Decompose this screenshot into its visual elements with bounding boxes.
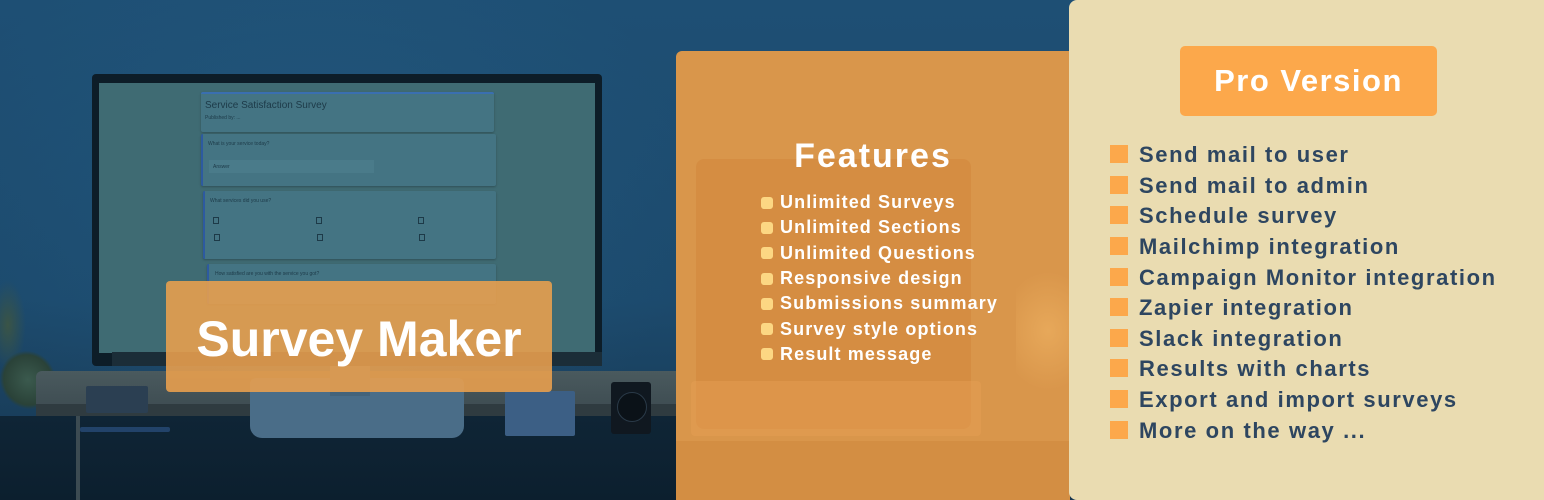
pro-feature-label: Campaign Monitor integration bbox=[1139, 264, 1497, 290]
pro-feature-item: Mailchimp integration bbox=[1110, 232, 1497, 263]
features-panel: Features Unlimited Surveys Unlimited Sec… bbox=[676, 51, 1070, 500]
pro-feature-label: Slack integration bbox=[1139, 325, 1344, 351]
bullet-icon bbox=[761, 247, 773, 260]
form-title-card bbox=[201, 92, 494, 132]
book bbox=[86, 386, 148, 413]
pro-feature-label: Zapier integration bbox=[1139, 295, 1354, 321]
pro-feature-item: Zapier integration bbox=[1110, 293, 1497, 324]
feature-label: Result message bbox=[780, 343, 933, 364]
bullet-icon bbox=[761, 323, 773, 336]
square-bullet-icon bbox=[1110, 298, 1128, 317]
feature-item: Responsive design bbox=[761, 266, 998, 291]
form-title: Service Satisfaction Survey bbox=[205, 100, 327, 111]
form-subtitle: Published by: ... bbox=[205, 115, 241, 121]
bullet-icon bbox=[761, 348, 773, 361]
form-question-text: What services did you use? bbox=[210, 198, 272, 204]
pro-feature-label: Send mail to user bbox=[1139, 142, 1350, 168]
pro-feature-label: Schedule survey bbox=[1139, 203, 1338, 229]
pro-version-button[interactable]: Pro Version bbox=[1180, 46, 1437, 116]
pro-feature-label: More on the way ... bbox=[1139, 417, 1367, 443]
bullet-icon bbox=[761, 196, 773, 209]
feature-item: Unlimited Sections bbox=[761, 215, 998, 240]
pro-feature-item: Send mail to admin bbox=[1110, 171, 1497, 202]
form-answer-input bbox=[209, 160, 374, 173]
checkbox-icon bbox=[418, 217, 424, 224]
checkbox-icon bbox=[214, 234, 220, 241]
square-bullet-icon bbox=[1110, 420, 1128, 439]
pro-features-list: Send mail to user Send mail to admin Sch… bbox=[1110, 140, 1497, 446]
feature-item: Unlimited Questions bbox=[761, 241, 998, 266]
checkbox-icon bbox=[419, 234, 425, 241]
feature-label: Unlimited Questions bbox=[780, 242, 976, 263]
form-answer-placeholder: Answer bbox=[213, 164, 230, 170]
clock-face-icon bbox=[617, 392, 647, 422]
feature-item: Unlimited Surveys bbox=[761, 190, 998, 215]
pro-feature-label: Send mail to admin bbox=[1139, 172, 1370, 198]
plant-background bbox=[1016, 271, 1070, 391]
square-bullet-icon bbox=[1110, 328, 1128, 347]
square-bullet-icon bbox=[1110, 267, 1128, 286]
pro-feature-item: Export and import surveys bbox=[1110, 385, 1497, 416]
desk-background bbox=[676, 441, 1070, 500]
notebook bbox=[505, 391, 575, 436]
pro-feature-item: Send mail to user bbox=[1110, 140, 1497, 171]
bullet-icon bbox=[761, 272, 773, 285]
product-badge: Survey Maker bbox=[166, 281, 552, 392]
pro-version-label: Pro Version bbox=[1214, 63, 1403, 98]
pen bbox=[80, 427, 170, 432]
checkbox-icon bbox=[213, 217, 219, 224]
square-bullet-icon bbox=[1110, 145, 1128, 164]
feature-label: Unlimited Surveys bbox=[780, 192, 956, 213]
feature-item: Survey style options bbox=[761, 316, 998, 341]
product-name: Survey Maker bbox=[196, 310, 522, 367]
square-bullet-icon bbox=[1110, 237, 1128, 256]
square-bullet-icon bbox=[1110, 175, 1128, 194]
feature-label: Unlimited Sections bbox=[780, 217, 962, 238]
square-bullet-icon bbox=[1110, 206, 1128, 225]
feature-label: Responsive design bbox=[780, 268, 963, 289]
checkbox-icon bbox=[316, 217, 322, 224]
pro-feature-item: Results with charts bbox=[1110, 354, 1497, 385]
form-question-text: How satisfied are you with the service y… bbox=[215, 271, 320, 277]
form-question-text: What is your service today? bbox=[208, 141, 270, 147]
pro-feature-item: Schedule survey bbox=[1110, 201, 1497, 232]
laptop-base-background bbox=[691, 381, 981, 436]
checkbox-icon bbox=[317, 234, 323, 241]
bullet-icon bbox=[761, 297, 773, 310]
pro-feature-item: Slack integration bbox=[1110, 324, 1497, 355]
feature-label: Submissions summary bbox=[780, 293, 998, 314]
features-list: Unlimited Surveys Unlimited Sections Unl… bbox=[761, 190, 998, 367]
pro-feature-label: Mailchimp integration bbox=[1139, 234, 1400, 260]
pro-feature-item: Campaign Monitor integration bbox=[1110, 262, 1497, 293]
pro-feature-label: Results with charts bbox=[1139, 356, 1372, 382]
square-bullet-icon bbox=[1110, 390, 1128, 409]
square-bullet-icon bbox=[1110, 359, 1128, 378]
feature-item: Result message bbox=[761, 342, 998, 367]
pro-feature-label: Export and import surveys bbox=[1139, 387, 1458, 413]
feature-label: Survey style options bbox=[780, 318, 979, 339]
features-title: Features bbox=[794, 137, 952, 175]
feature-item: Submissions summary bbox=[761, 291, 998, 316]
pro-feature-item: More on the way ... bbox=[1110, 415, 1497, 446]
bullet-icon bbox=[761, 221, 773, 234]
